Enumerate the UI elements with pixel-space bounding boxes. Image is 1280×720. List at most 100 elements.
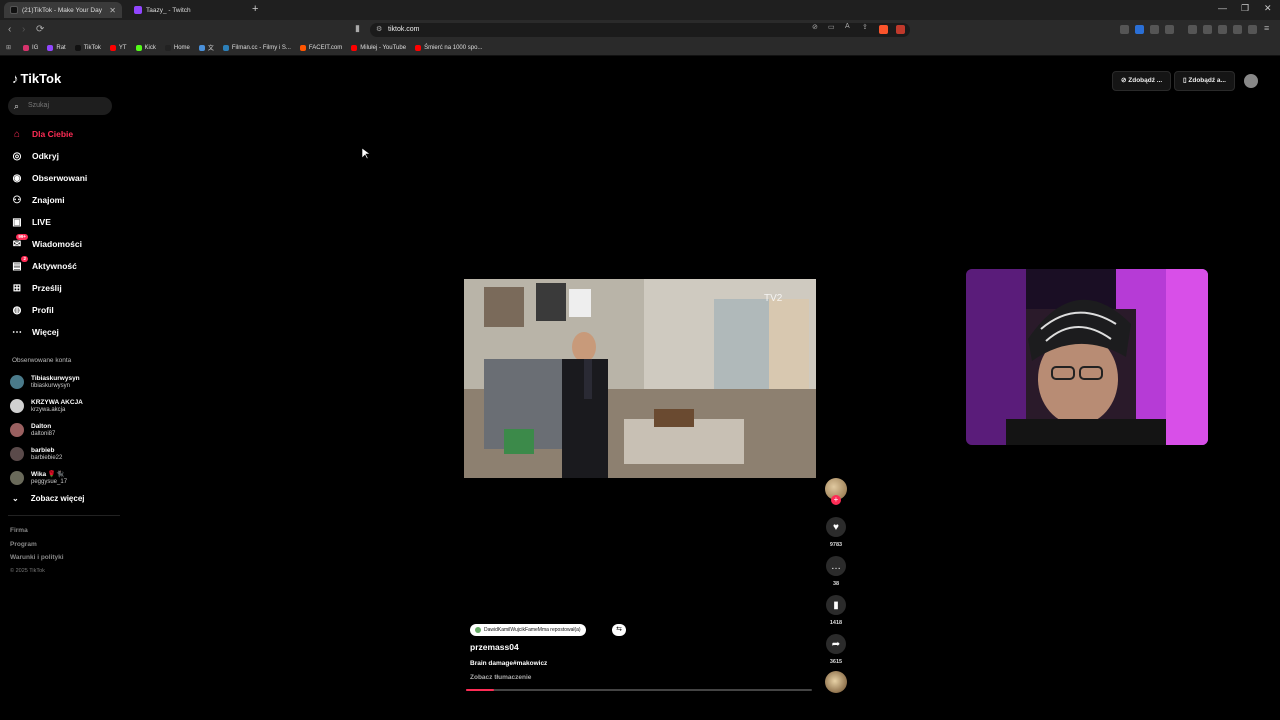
install-app-icon[interactable]: ▭ — [828, 23, 835, 31]
extension-icon[interactable] — [1120, 25, 1129, 34]
extension-icon[interactable] — [1165, 25, 1174, 34]
footer-link-company[interactable]: Firma — [10, 527, 64, 541]
get-app-button[interactable]: ▯ Zdobądź a... — [1174, 71, 1235, 91]
bookmark-page-icon[interactable]: ▮ — [355, 23, 360, 34]
bookmark-icon[interactable]: ▮ — [826, 595, 846, 615]
search-input[interactable]: ⌕ Szukaj — [8, 97, 112, 115]
get-app-label: Zdobądź a... — [1188, 77, 1226, 84]
heart-icon[interactable]: ♥ — [826, 517, 846, 537]
media-icon[interactable] — [1188, 25, 1197, 34]
tiktok-page: ♪ TikTok ⌕ Szukaj ⌂ Dla Ciebie ◎ Odkryj ◉ Obs… — [0, 57, 1280, 720]
bookmark-favicon-icon — [299, 44, 306, 51]
like-action[interactable]: ♥ 9783 — [824, 517, 848, 548]
sidebar-item-activity[interactable]: ▤ 2 Aktywność — [10, 255, 120, 277]
menu-icon[interactable]: ≡ — [1264, 23, 1269, 33]
tiktok-logo[interactable]: ♪ TikTok — [12, 71, 61, 86]
followed-accounts-title: Obserwowane konta — [12, 357, 72, 364]
footer-link-terms[interactable]: Warunki i polityki — [10, 554, 64, 568]
bookmark-item[interactable]: 文 — [198, 43, 214, 52]
sidebar-item-compass[interactable]: ◎ Odkryj — [10, 145, 120, 167]
repost-badge[interactable]: DawidKamilWujcikFameMma repostował(a) — [470, 624, 586, 636]
wallet-icon[interactable] — [1218, 25, 1227, 34]
leo-icon[interactable] — [1233, 25, 1242, 34]
bookmark-favicon-icon — [164, 44, 171, 51]
bookmark-item[interactable]: YT — [109, 44, 127, 51]
sidebar-item-upload[interactable]: ⊞ Prześlij — [10, 277, 120, 299]
bookmark-label: Śmierć na 1000 spo... — [424, 44, 483, 51]
sidebar-item-profile[interactable]: ◍ Profil — [10, 299, 120, 321]
new-tab-icon[interactable]: + — [252, 3, 258, 15]
bookmark-item[interactable]: TikTok — [74, 44, 101, 51]
video-progress-bar[interactable] — [466, 689, 812, 691]
bookmark-item[interactable]: Home — [164, 44, 190, 51]
comment-action[interactable]: … 38 — [824, 556, 848, 587]
bookmark-label: FACEIT.com — [308, 44, 343, 51]
cast-icon[interactable]: ⊘ — [812, 23, 818, 31]
account-username: barbiebie22 — [31, 454, 63, 461]
followed-account[interactable]: KRZYWA AKCJA krzywa.akcja — [10, 394, 120, 418]
site-info-icon[interactable]: ⚙ — [376, 23, 382, 37]
minimize-icon[interactable]: — — [1218, 3, 1227, 13]
sidebar-item-messages[interactable]: ✉ 99+ Wiadomości — [10, 233, 120, 255]
see-translation-link[interactable]: Zobacz tłumaczenie — [470, 674, 531, 681]
brave-shield-icon[interactable] — [879, 25, 888, 34]
brave-rewards-icon[interactable] — [896, 25, 905, 34]
followed-account[interactable]: Wika 🌹🐈‍⬛ peggysue_17 — [10, 466, 120, 490]
tab-tiktok[interactable]: (21)TikTok - Make Your Day ✕ — [4, 2, 122, 18]
get-coins-button[interactable]: ⊘ Zdobądź ... — [1112, 71, 1172, 91]
forward-icon[interactable]: › — [22, 24, 25, 35]
bookmark-item[interactable]: Filman.cc - Filmy i S... — [222, 44, 291, 51]
bookmark-item[interactable]: Rat — [47, 44, 66, 51]
sidebar-item-live[interactable]: ▣ LIVE — [10, 211, 120, 233]
bookmark-favicon-icon — [109, 44, 116, 51]
profile-avatar[interactable] — [1244, 74, 1258, 88]
bookmark-item[interactable]: Śmierć na 1000 spo... — [415, 44, 483, 51]
sidebar-item-home[interactable]: ⌂ Dla Ciebie — [10, 123, 120, 145]
share-arrow-icon[interactable]: ➦ — [826, 634, 846, 654]
home-icon: ⌂ — [13, 128, 21, 140]
apps-grid-icon[interactable]: ⊞ — [6, 44, 11, 51]
sidebar-item-friends[interactable]: ⚇ Znajomi — [10, 189, 120, 211]
followed-account[interactable]: barbieb barbiebie22 — [10, 442, 120, 466]
sidebar-item-label: Aktywność — [32, 261, 77, 271]
friends-icon: ⚇ — [12, 194, 22, 206]
sidebar-nav: ⌂ Dla Ciebie ◎ Odkryj ◉ Obserwowani ⚇ Znajomi ▣ L… — [10, 123, 120, 343]
share-icon[interactable]: ⇪ — [862, 23, 868, 31]
close-window-icon[interactable]: ✕ — [1264, 3, 1272, 14]
bookmark-favicon-icon — [415, 44, 422, 51]
browser-tab-bar: (21)TikTok - Make Your Day ✕ Taazy_ - Tw… — [0, 0, 1280, 20]
video-player[interactable]: TV2 — [464, 279, 816, 478]
more-icon: ⋯ — [12, 326, 22, 338]
see-more-button[interactable]: ⌄ Zobacz więcej — [12, 494, 85, 503]
save-count: 1418 — [829, 620, 843, 626]
share-action[interactable]: ➦ 3615 — [824, 634, 848, 665]
reload-icon[interactable]: ⟳ — [36, 24, 44, 35]
translate-icon[interactable]: A — [845, 23, 850, 30]
restore-icon[interactable]: ❐ — [1241, 3, 1249, 14]
bookmark-item[interactable]: Kick — [135, 44, 156, 51]
account-username: peggysue_17 — [31, 478, 68, 485]
mouse-cursor — [361, 147, 371, 165]
sidebar-item-following[interactable]: ◉ Obserwowani — [10, 167, 120, 189]
bookmark-item[interactable]: IG — [23, 44, 38, 51]
music-disc-icon[interactable] — [825, 671, 847, 693]
sidebar-item-label: Więcej — [32, 327, 59, 337]
follow-plus-icon[interactable]: + — [831, 495, 841, 505]
activity-icon: ▤ 2 — [12, 256, 28, 272]
tab-twitch[interactable]: Taazy_ - Twitch — [128, 2, 246, 18]
footer-link-program[interactable]: Program — [10, 541, 64, 555]
followed-account[interactable]: Dalton daltoni87 — [10, 418, 120, 442]
sidebar-item-more[interactable]: ⋯ Więcej — [10, 321, 120, 343]
comment-icon[interactable]: … — [826, 556, 846, 576]
extension-icon[interactable] — [1135, 25, 1144, 34]
sidebar-icon[interactable] — [1203, 25, 1212, 34]
extension-icon[interactable] — [1150, 25, 1159, 34]
bookmark-item[interactable]: FACEIT.com — [299, 44, 343, 51]
bookmark-item[interactable]: Milułej - YouTube — [351, 44, 406, 51]
video-author[interactable]: przemass04 — [470, 642, 519, 652]
back-icon[interactable]: ‹ — [8, 24, 11, 35]
vpn-icon[interactable] — [1248, 25, 1257, 34]
save-action[interactable]: ▮ 1418 — [824, 595, 848, 626]
close-tab-icon[interactable]: ✕ — [109, 6, 116, 15]
followed-account[interactable]: Tibiaskurwysyn tibiaskurwysyn — [10, 370, 120, 394]
